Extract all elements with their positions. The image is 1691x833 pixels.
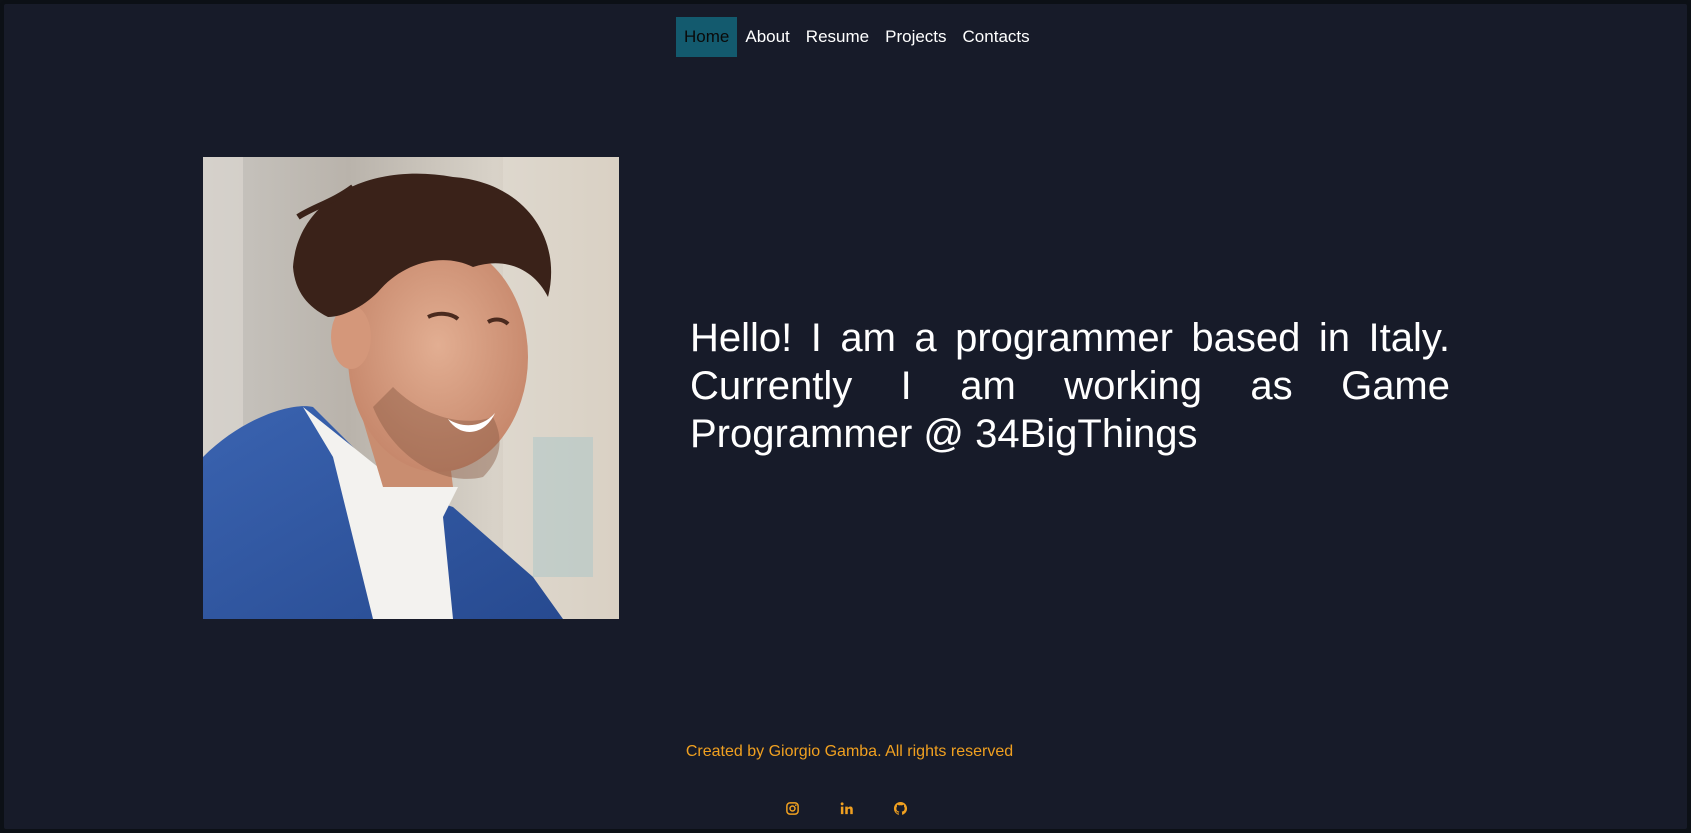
footer-credit: Created by Giorgio Gamba. All rights res… [685, 743, 1014, 760]
page-frame: Home About Resume Projects Contacts Hell… [0, 0, 1691, 833]
nav-about[interactable]: About [737, 17, 797, 57]
github-icon[interactable] [892, 800, 908, 816]
linkedin-icon[interactable] [838, 800, 854, 816]
top-nav: Home About Resume Projects Contacts [676, 17, 1038, 57]
nav-projects[interactable]: Projects [877, 17, 954, 57]
profile-photo [203, 157, 619, 619]
nav-resume[interactable]: Resume [798, 17, 877, 57]
instagram-icon[interactable] [784, 800, 800, 816]
social-links [784, 800, 908, 816]
nav-home[interactable]: Home [676, 17, 738, 57]
nav-contacts[interactable]: Contacts [955, 17, 1038, 57]
intro-text: Hello! I am a programmer based in Italy.… [690, 316, 1450, 456]
